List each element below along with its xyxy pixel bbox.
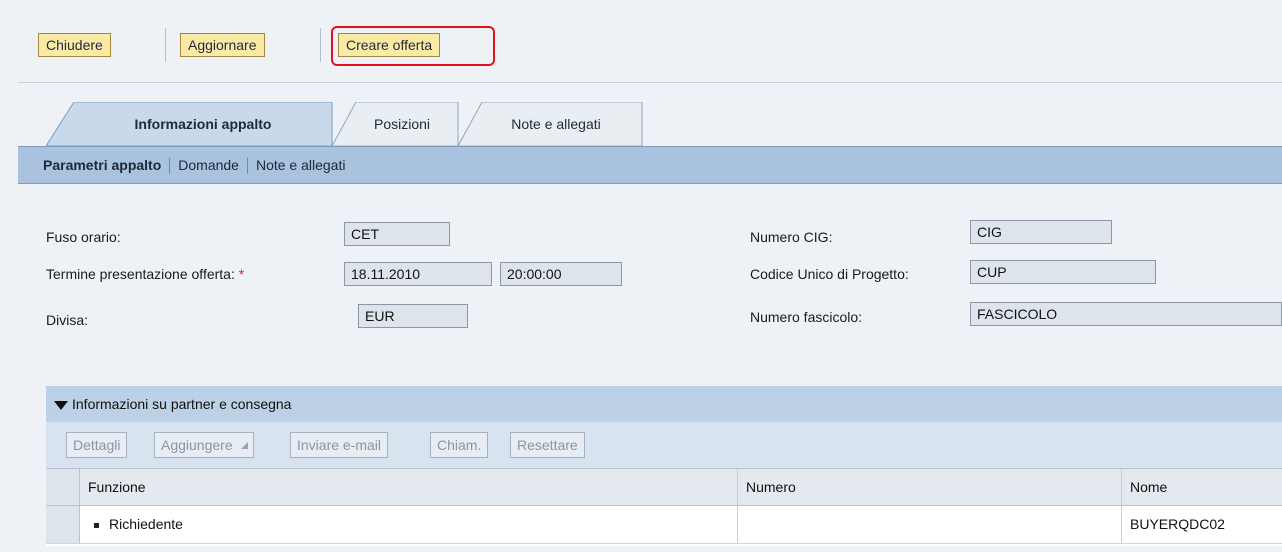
subnav-note-e-allegati[interactable]: Note e allegati [256,147,346,183]
subnav-parametri-appalto[interactable]: Parametri appalto [43,147,161,183]
currency-field[interactable]: EUR [358,304,468,328]
close-button[interactable]: Chiudere [38,33,111,57]
timezone-field[interactable]: CET [344,222,450,246]
send-email-button[interactable]: Inviare e-mail [290,432,389,458]
table-header-row: Funzione Numero Nome [46,468,1282,506]
divider [18,82,1282,83]
subnav-separator [169,158,171,175]
column-header-numero[interactable]: Numero [738,469,1122,505]
tab-note-e-allegati[interactable]: Note e allegati [476,102,636,146]
cig-label: Numero CIG: [750,229,833,245]
file-number-field[interactable]: FASCICOLO [970,302,1282,326]
column-header-nome[interactable]: Nome [1122,469,1282,505]
add-button-label: Aggiungere [161,437,233,453]
partner-table: Funzione Numero Nome Richiedente BUYERQD… [46,468,1282,546]
partner-section-header[interactable]: Informazioni su partner e consegna [46,386,1282,422]
cup-label: Codice Unico di Progetto: [750,266,909,282]
deadline-time-field[interactable]: 20:00:00 [500,262,622,286]
deadline-label-text: Termine presentazione offerta: [46,266,235,282]
timezone-label: Fuso orario: [46,229,121,245]
row-selector[interactable] [46,506,80,543]
select-all-cell[interactable] [46,469,80,505]
add-button[interactable]: Aggiungere [154,432,254,458]
subnav-domande[interactable]: Domande [178,147,239,183]
collapse-triangle-icon[interactable] [54,400,68,410]
cell-nome: BUYERQDC02 [1130,516,1225,532]
required-marker: * [238,266,245,282]
toolbar: Chiudere Aggiornare Creare offerta [0,0,1282,83]
dropdown-arrow-icon [240,442,248,449]
tab-informazioni-appalto[interactable]: Informazioni appalto [74,102,332,146]
deadline-label: Termine presentazione offerta: * [46,266,244,282]
reset-button[interactable]: Resettare [510,432,585,458]
table-row[interactable]: Richiedente BUYERQDC02 [46,506,1282,544]
cup-field[interactable]: CUP [970,260,1156,284]
bullet-icon [94,522,99,528]
partner-toolbar: Dettagli Aggiungere Inviare e-mail Chiam… [46,422,1282,468]
cell-funzione: Richiedente [80,506,738,543]
toolbar-separator [320,28,321,62]
highlight-annotation [331,26,495,66]
deadline-date-field[interactable]: 18.11.2010 [344,262,492,286]
currency-label: Divisa: [46,312,89,328]
update-button[interactable]: Aggiornare [180,33,265,57]
sub-navigation: Parametri appalto Domande Note e allegati [18,146,1282,184]
column-header-funzione[interactable]: Funzione [80,469,738,505]
file-number-label: Numero fascicolo: [750,309,863,325]
cig-field[interactable]: CIG [970,220,1112,244]
function-value: Richiedente [109,516,183,532]
details-button[interactable]: Dettagli [66,432,128,458]
partner-section-title: Informazioni su partner e consegna [72,396,292,412]
tab-posizioni[interactable]: Posizioni [346,102,458,146]
call-button[interactable]: Chiam. [430,432,489,458]
subnav-separator [246,158,248,175]
cell-numero [738,506,1122,543]
toolbar-separator [165,28,166,62]
